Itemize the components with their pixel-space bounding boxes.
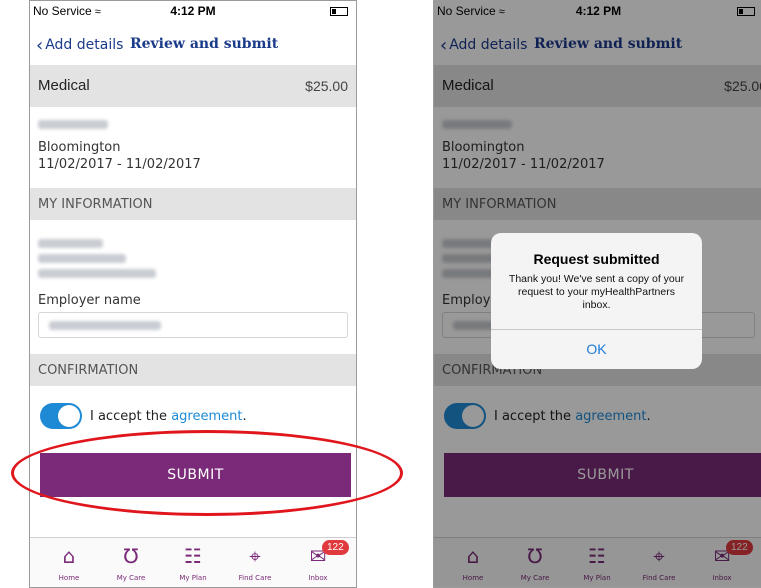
toggle-knob: [58, 405, 80, 427]
employer-name-label: Employer name: [38, 293, 141, 308]
home-icon: ⌂: [62, 544, 76, 568]
tab-inbox[interactable]: ✉ Inbox 122: [288, 540, 349, 582]
claim-location: Bloomington: [38, 140, 121, 155]
dialog-divider: [491, 329, 702, 330]
inbox-badge: 122: [322, 540, 349, 555]
my-information-header: MY INFORMATION: [30, 188, 356, 220]
agreement-link[interactable]: agreement: [171, 409, 242, 424]
dialog-message: Thank you! We've sent a copy of your req…: [508, 273, 685, 311]
redacted-address-line: [38, 254, 126, 263]
request-submitted-dialog: Request submitted Thank you! We've sent …: [491, 233, 702, 369]
employer-name-field[interactable]: [38, 312, 348, 338]
redacted-provider-name: [38, 120, 108, 129]
navigation-bar: ‹ Add details Review and submit: [30, 27, 356, 65]
redacted-employer-value: [49, 321, 161, 330]
back-button[interactable]: ‹ Add details: [36, 35, 123, 56]
document-icon: ☷: [184, 544, 202, 568]
chevron-left-icon: ‹: [36, 35, 44, 56]
confirmation-header: CONFIRMATION: [30, 354, 356, 386]
tab-my-plan[interactable]: ☷ My Plan: [163, 544, 223, 582]
submit-highlight-circle: [11, 430, 403, 516]
page-title: Review and submit: [130, 36, 279, 52]
phone-screen-submitted: No Service ≈ 4:12 PM ‹ Add details Review …: [433, 0, 761, 588]
agreement-text: I accept the agreement.: [90, 409, 247, 424]
status-bar: No Service ≈ 4:12 PM: [30, 1, 356, 23]
location-pin-icon: ⌖: [249, 544, 261, 568]
dialog-title: Request submitted: [533, 251, 660, 267]
dialog-ok-button[interactable]: OK: [491, 341, 702, 357]
claim-amount: $25.00: [305, 78, 348, 94]
tab-find-care[interactable]: ⌖ Find Care: [225, 544, 285, 582]
tab-home[interactable]: ⌂ Home: [39, 544, 99, 582]
redacted-member-name: [38, 239, 103, 248]
stethoscope-icon: ℧: [123, 544, 139, 568]
battery-icon: [330, 7, 348, 16]
tab-bar: ⌂ Home ℧ My Care ☷ My Plan ⌖ Find Care ✉ Inbo…: [30, 537, 356, 587]
status-time: 4:12 PM: [170, 4, 216, 18]
tab-my-care[interactable]: ℧ My Care: [101, 544, 161, 582]
claim-type-row: Medical $25.00: [30, 65, 356, 107]
agreement-toggle[interactable]: [40, 403, 82, 429]
claim-dates: 11/02/2017 - 11/02/2017: [38, 157, 201, 172]
redacted-city-line: [38, 269, 156, 278]
claim-type: Medical: [38, 77, 90, 94]
